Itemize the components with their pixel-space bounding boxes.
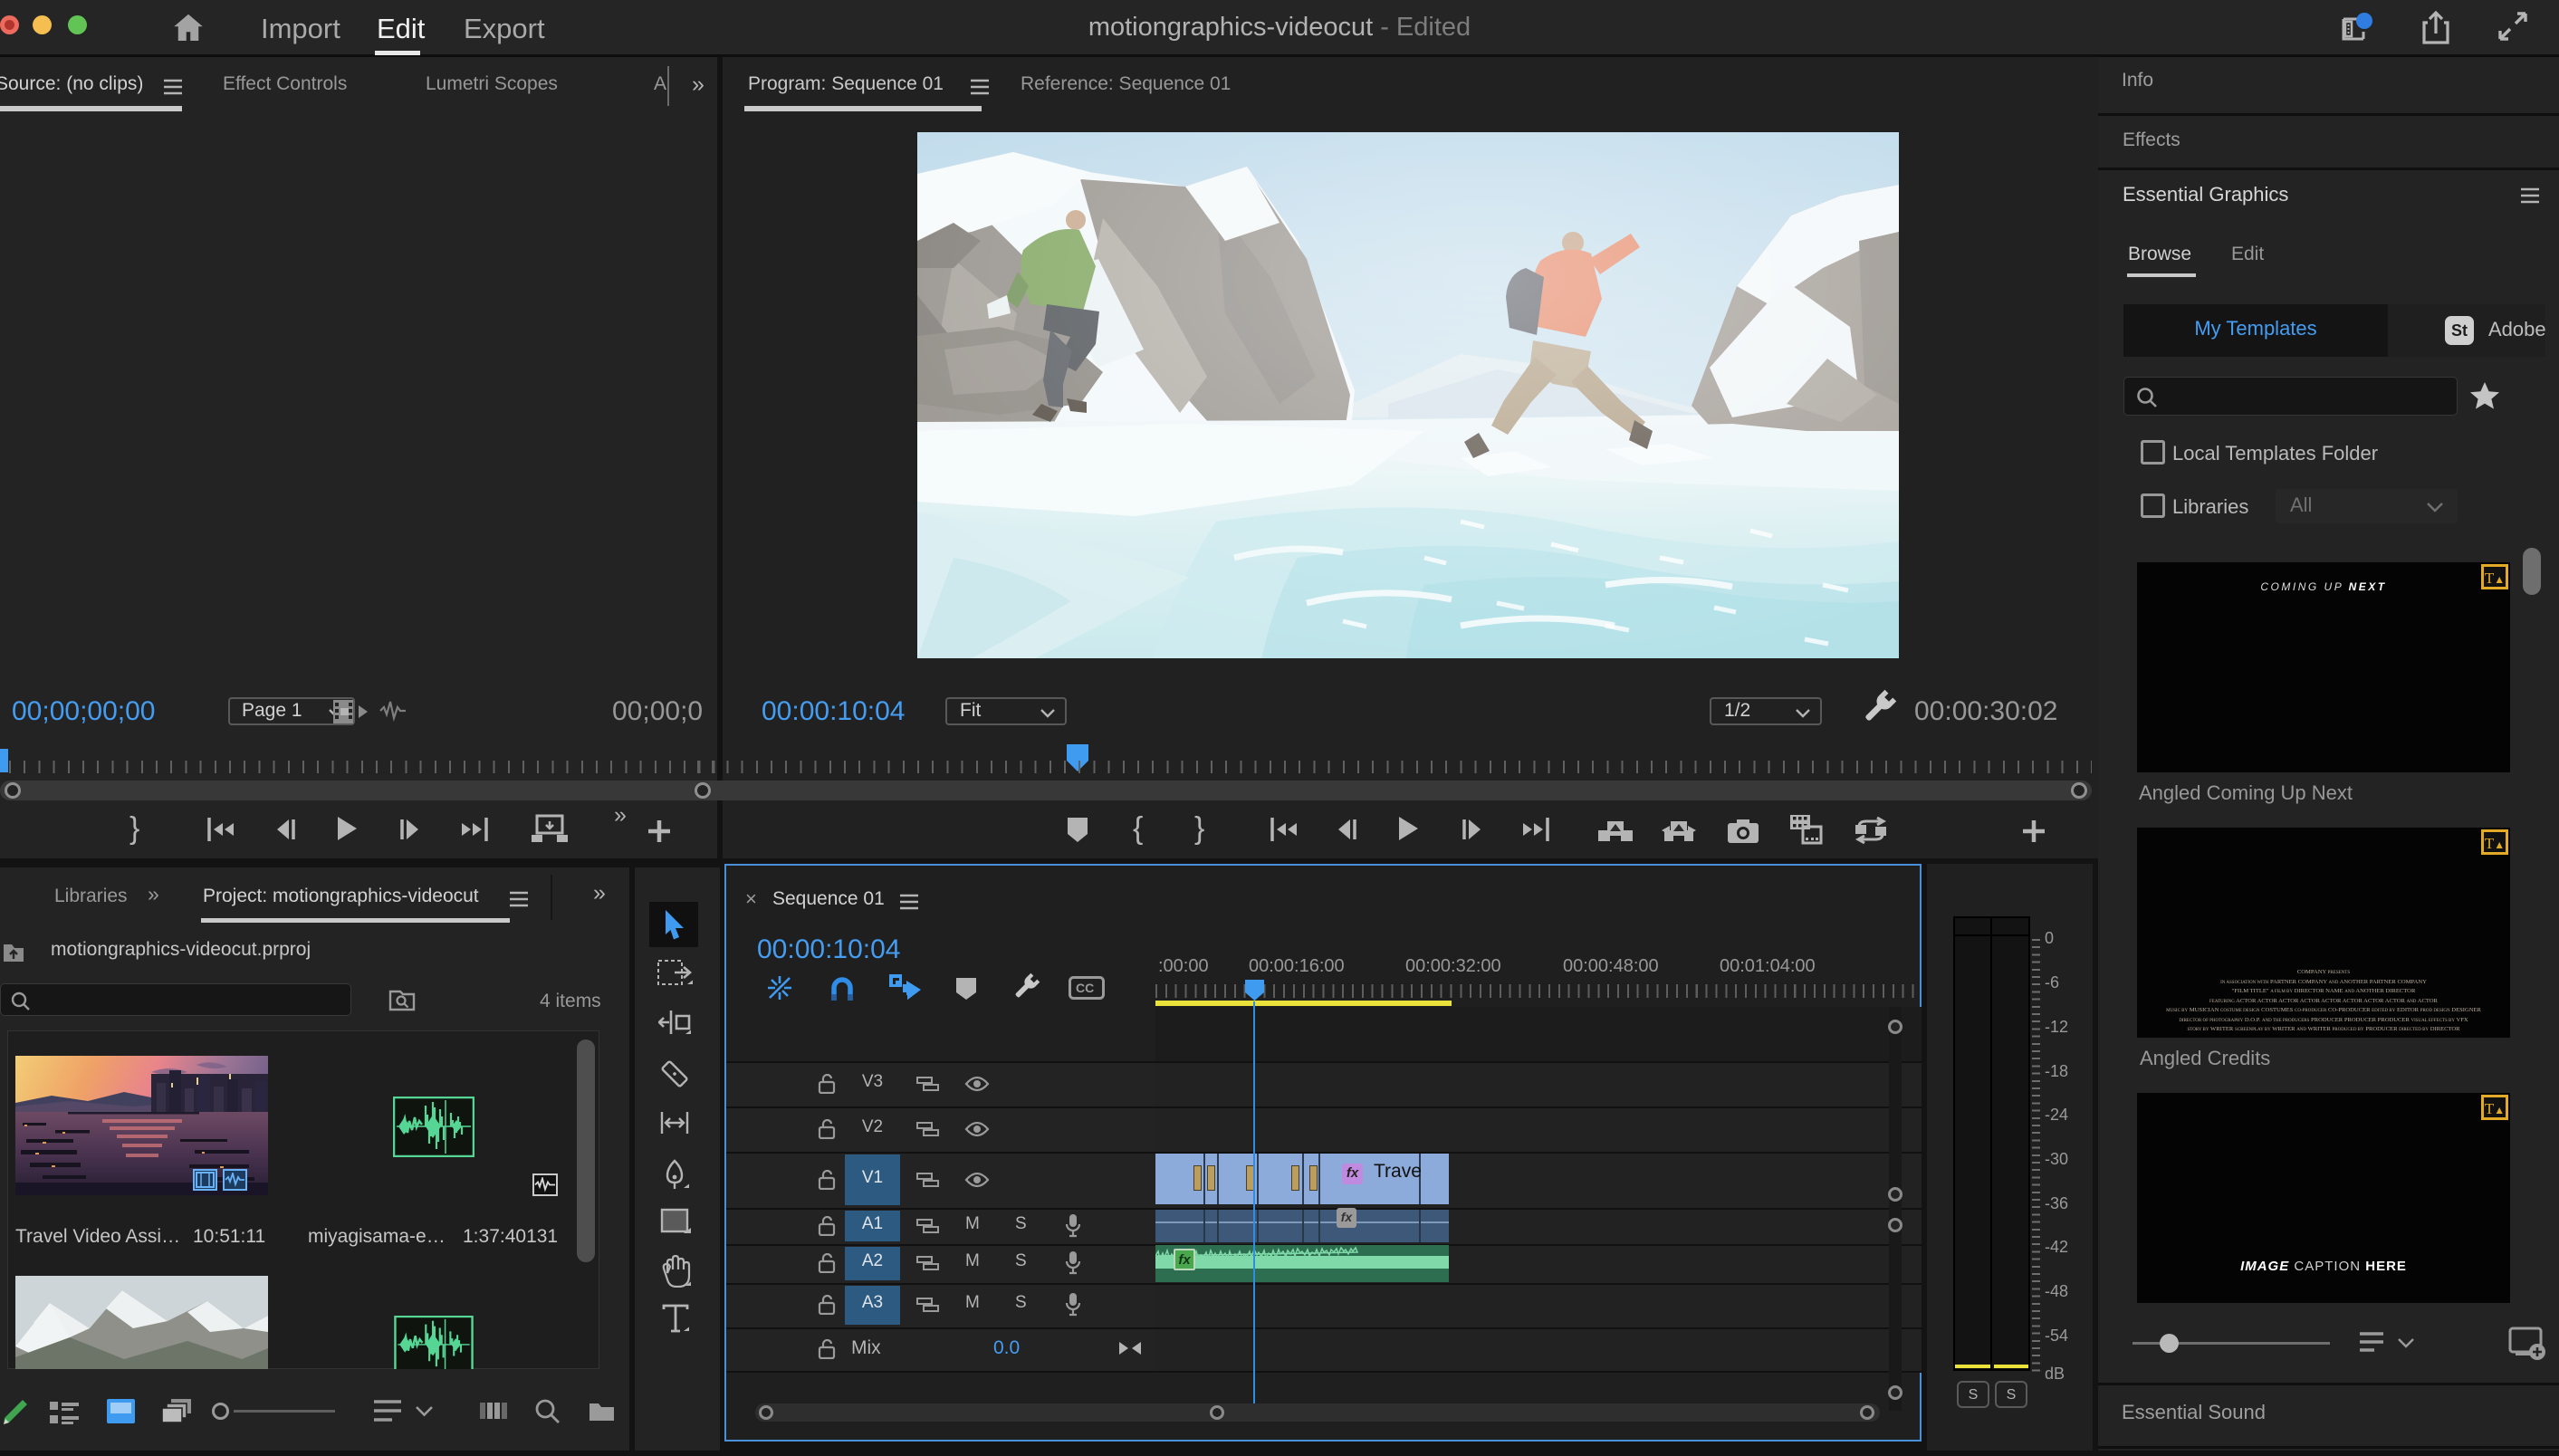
svg-text:CC: CC — [1076, 981, 1094, 995]
